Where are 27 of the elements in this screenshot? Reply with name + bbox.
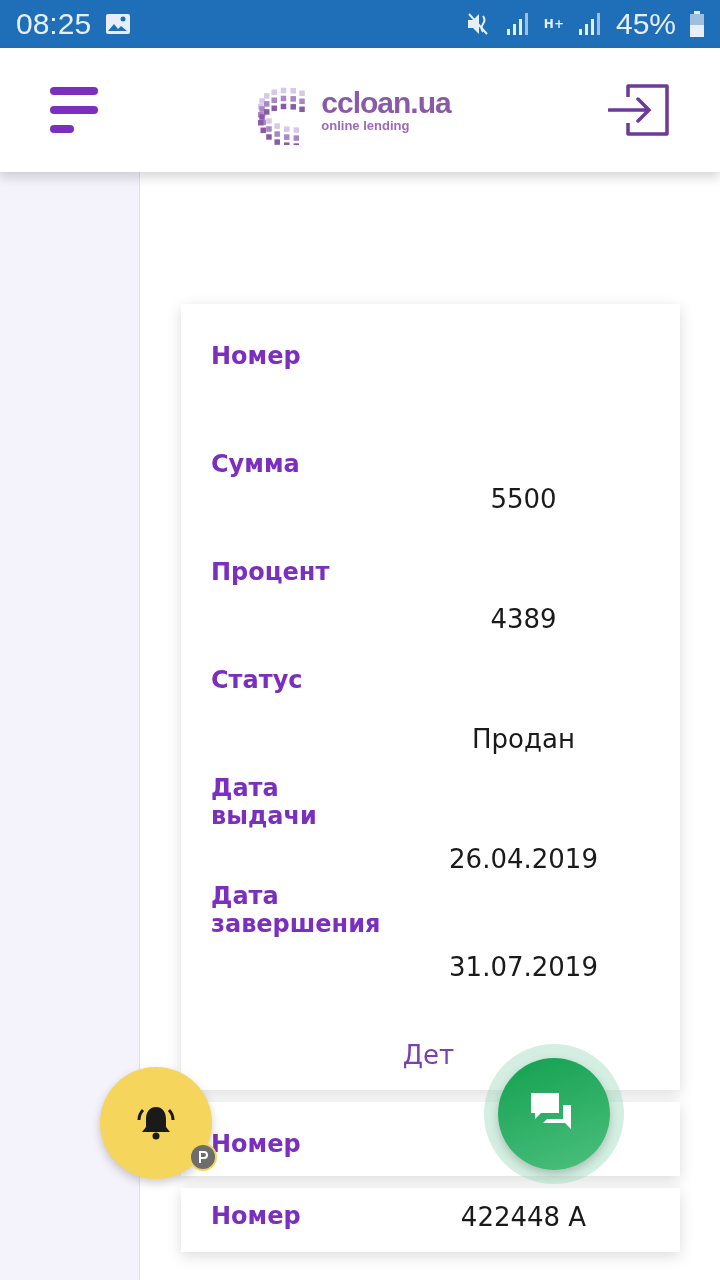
field-value: 26.04.2019 (448, 843, 599, 874)
login-icon[interactable] (608, 83, 670, 137)
field-label: Процент (211, 558, 331, 586)
network-type: H+ (543, 18, 564, 30)
battery-percent: 45% (615, 7, 676, 41)
brand-tagline: online lending (321, 117, 411, 133)
signal-icon (505, 12, 530, 36)
status-time: 08:25 (16, 7, 92, 41)
field-value: 422448 A (459, 1202, 588, 1232)
field-value: 31.07.2019 (448, 951, 599, 982)
field-label: Номер (211, 1202, 302, 1230)
field-value: 4389 (489, 603, 558, 634)
field-label: Дата выдачи (211, 774, 318, 830)
field-value: Продан (471, 723, 576, 754)
field-label: Статус (211, 666, 304, 694)
brand-name: ccloan.ua (321, 87, 451, 118)
field-label: Номер (211, 342, 302, 370)
details-link[interactable]: Дет (402, 1040, 455, 1070)
image-icon (105, 13, 132, 35)
bell-icon (136, 1104, 176, 1142)
field-label: Дата завершения (211, 882, 382, 938)
field-label: Сумма (211, 450, 301, 478)
signal-icon (577, 12, 602, 36)
field-value: 5500 (489, 483, 558, 514)
menu-icon[interactable] (50, 87, 100, 133)
field-label: Номер (211, 1130, 302, 1158)
battery-icon (690, 11, 704, 37)
